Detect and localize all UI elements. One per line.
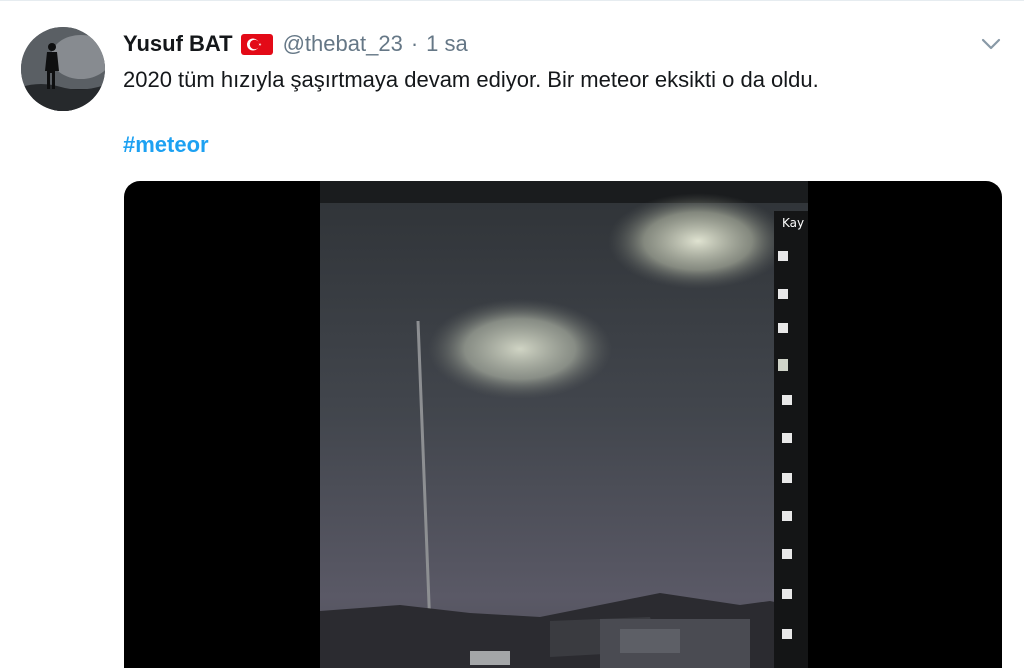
tweet[interactable]: Yusuf BAT @thebat_23 · 1 sa 2020 tüm hız… <box>0 0 1024 668</box>
tweet-text: 2020 tüm hızıyla şaşırtmaya devam ediyor… <box>123 67 819 92</box>
hashtag-link[interactable]: #meteor <box>123 132 209 158</box>
turkey-flag-icon <box>240 33 273 55</box>
chevron-down-icon[interactable] <box>980 35 1002 53</box>
separator-dot: · <box>410 31 419 56</box>
video-overlay-text: Kay <box>782 216 805 230</box>
avatar[interactable] <box>21 27 105 111</box>
video-frame: Kay <box>320 181 808 668</box>
avatar-silhouette-image <box>21 27 105 111</box>
handle[interactable]: @thebat_23 <box>283 31 403 57</box>
timestamp[interactable]: 1 sa <box>426 31 468 57</box>
display-name[interactable]: Yusuf BAT <box>123 31 233 57</box>
tweet-header: Yusuf BAT @thebat_23 · 1 sa <box>123 29 468 59</box>
video-player[interactable]: Kay <box>124 181 1002 668</box>
